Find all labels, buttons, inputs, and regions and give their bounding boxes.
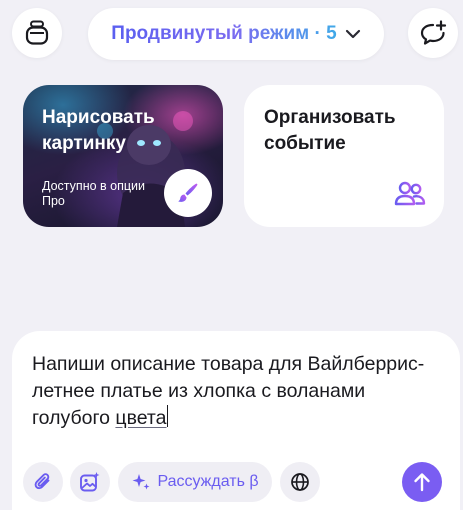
prompt-text-underlined: цвета bbox=[115, 407, 167, 429]
sparkle-icon bbox=[132, 474, 150, 490]
draw-picture-card[interactable]: Нарисовать картинку Доступно в опции Про bbox=[23, 85, 223, 227]
brush-icon bbox=[178, 183, 198, 202]
menu-button[interactable] bbox=[12, 8, 62, 58]
prompt-text: Напиши описание товара для Вайлберрис- л… bbox=[32, 353, 425, 429]
reasoning-label: Рассуждать β bbox=[157, 473, 259, 490]
arrow-up-icon bbox=[414, 473, 430, 492]
organize-event-card[interactable]: Организовать событие bbox=[244, 85, 444, 227]
people-icon bbox=[394, 181, 426, 206]
mode-label: Продвинутый режим · 5 bbox=[111, 23, 337, 44]
event-card-title: Организовать событие bbox=[264, 107, 396, 154]
attach-button[interactable] bbox=[23, 462, 63, 502]
new-chat-button[interactable] bbox=[408, 8, 458, 58]
send-button[interactable] bbox=[402, 462, 442, 502]
text-caret bbox=[166, 405, 168, 427]
chevron-down-icon bbox=[345, 29, 360, 39]
chat-plus-icon bbox=[420, 20, 447, 45]
reasoning-toggle[interactable]: Рассуждать β bbox=[118, 462, 272, 502]
image-sparkle-icon bbox=[80, 472, 100, 492]
mode-selector[interactable]: Продвинутый режим · 5 bbox=[88, 8, 384, 60]
globe-icon bbox=[291, 473, 309, 491]
stack-icon bbox=[25, 20, 49, 45]
prompt-input[interactable]: Напиши описание товара для Вайлберрис- л… bbox=[32, 351, 442, 432]
paperclip-icon bbox=[34, 473, 50, 490]
prompt-composer[interactable]: Напиши описание товара для Вайлберрис- л… bbox=[12, 331, 460, 510]
draw-card-title: Нарисовать картинку bbox=[42, 107, 155, 154]
image-generate-button[interactable] bbox=[70, 462, 110, 502]
brush-button bbox=[164, 169, 212, 217]
draw-card-subtitle: Доступно в опции Про bbox=[42, 179, 145, 208]
web-search-button[interactable] bbox=[280, 462, 320, 502]
